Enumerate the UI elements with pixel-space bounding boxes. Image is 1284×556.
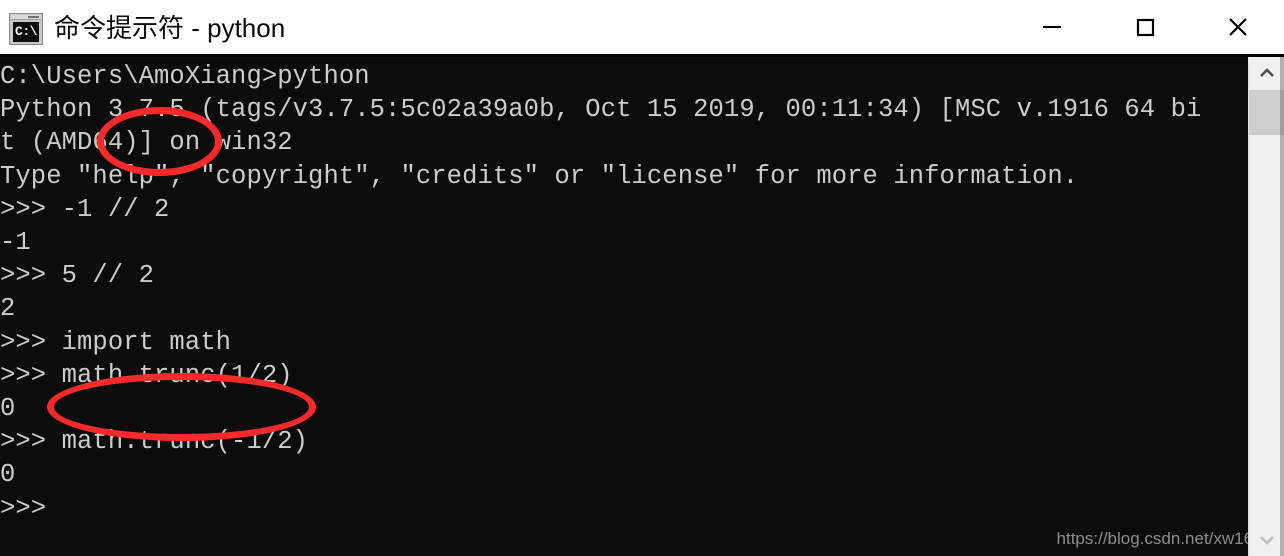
title-bar[interactable]: C:\ 命令提示符 - python [0,0,1284,57]
window-right-edge [1280,57,1284,556]
minimize-button[interactable] [1005,0,1098,54]
scroll-up-button[interactable] [1249,57,1284,89]
terminal-text: C:\Users\AmoXiang>python Python 3.7.5 (t… [0,62,1202,523]
chevron-up-icon [1259,68,1274,77]
chevron-down-icon [1259,536,1274,545]
close-button[interactable] [1191,0,1284,54]
maximize-button[interactable] [1098,0,1191,54]
cmd-icon-titlebar-glyph [11,15,41,20]
watermark-text: https://blog.csdn.net/xw1680 [1056,529,1272,548]
minimize-icon [1042,26,1061,28]
scrollbar-thumb[interactable] [1249,90,1284,135]
maximize-icon [1136,18,1154,37]
cmd-icon-screen-glyph: C:\ [13,22,39,42]
cmd-icon[interactable]: C:\ [9,13,43,45]
cmd-window: C:\ 命令提示符 - python C:\Users\AmoXiang>pyt… [0,0,1284,556]
vertical-scrollbar[interactable] [1248,57,1284,556]
close-icon [1228,18,1247,36]
window-controls [1005,0,1284,54]
window-title: 命令提示符 - python [54,13,286,43]
scroll-down-button[interactable] [1249,524,1284,556]
terminal-output-area[interactable]: C:\Users\AmoXiang>python Python 3.7.5 (t… [0,57,1284,556]
